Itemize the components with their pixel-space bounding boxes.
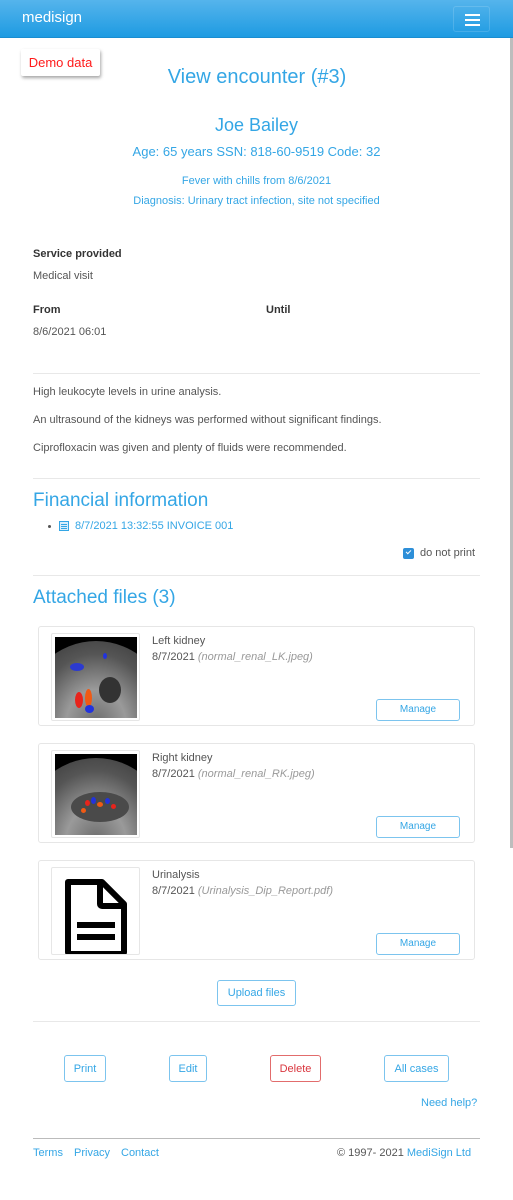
service-value: Medical visit — [33, 270, 93, 282]
ultrasound-fan — [55, 641, 137, 718]
manage-button[interactable]: Manage — [376, 816, 460, 838]
delete-button[interactable]: Delete — [270, 1055, 321, 1082]
patient-info: Age: 65 years SSN: 818-60-9519 Code: 32 — [132, 144, 381, 159]
note-line: High leukocyte levels in urine analysis. — [33, 386, 222, 398]
contact-link[interactable]: Contact — [121, 1147, 159, 1159]
from-label: From — [33, 304, 61, 316]
do-not-print-label: do not print — [420, 547, 476, 559]
manage-button[interactable]: Manage — [376, 699, 460, 721]
doppler-blob — [75, 692, 83, 708]
file-card: Urinalysis 8/7/2021 (Urinalysis_Dip_Repo… — [38, 860, 475, 960]
terms-link[interactable]: Terms — [33, 1147, 63, 1159]
divider — [33, 1021, 480, 1022]
doppler-blob — [91, 797, 96, 804]
bullet — [48, 524, 51, 528]
until-label: Until — [266, 304, 291, 316]
file-thumbnail[interactable] — [51, 633, 140, 721]
doppler-blob — [81, 808, 86, 813]
copyright: © 1997- 2021 MediSign Ltd — [337, 1147, 471, 1159]
file-thumbnail[interactable] — [51, 867, 140, 955]
ultrasound-image — [55, 637, 137, 718]
file-title: Left kidney — [152, 635, 206, 647]
chief-complaint: Fever with chills from 8/6/2021 — [181, 175, 332, 187]
attachments-section-title: Attached files (3) — [33, 587, 176, 608]
doppler-blob — [85, 705, 94, 713]
file-name: (normal_renal_LK.jpeg) — [197, 651, 313, 663]
document-icon — [65, 879, 127, 954]
file-thumbnail[interactable] — [51, 750, 140, 838]
doppler-blob — [85, 800, 90, 806]
page-title: View encounter (#3) — [167, 66, 347, 88]
service-label: Service provided — [33, 248, 122, 260]
invoice-icon — [59, 521, 69, 531]
file-date: 8/7/2021 — [152, 768, 195, 780]
footer-divider — [33, 1138, 480, 1139]
manage-button[interactable]: Manage — [376, 933, 460, 955]
upload-files-button[interactable]: Upload files — [217, 980, 296, 1006]
privacy-link[interactable]: Privacy — [74, 1147, 110, 1159]
file-title: Urinalysis — [152, 869, 200, 881]
hamburger-menu-icon — [465, 14, 480, 16]
hamburger-line — [465, 24, 480, 26]
financial-section-title: Financial information — [33, 490, 209, 511]
brand-logo[interactable]: medisign — [22, 9, 82, 26]
all-cases-button[interactable]: All cases — [384, 1055, 449, 1082]
need-help-link[interactable]: Need help? — [421, 1097, 477, 1109]
note-line: Ciprofloxacin was given and plenty of fl… — [33, 442, 347, 454]
doppler-blob — [70, 663, 84, 671]
copyright-text: © 1997- 2021 — [337, 1147, 407, 1159]
patient-name: Joe Bailey — [214, 115, 299, 135]
note-line: An ultrasound of the kidneys was perform… — [33, 414, 382, 426]
file-meta: 8/7/2021 (normal_renal_LK.jpeg) — [152, 651, 313, 663]
divider — [33, 575, 480, 576]
file-title: Right kidney — [152, 752, 213, 764]
file-card: Right kidney 8/7/2021 (normal_renal_RK.j… — [38, 743, 475, 843]
doppler-blob — [105, 798, 110, 804]
top-navbar: medisign — [0, 0, 513, 38]
from-value: 8/6/2021 06:01 — [33, 326, 107, 338]
doppler-blob — [103, 653, 107, 659]
doppler-blob — [99, 677, 121, 703]
edit-button[interactable]: Edit — [169, 1055, 207, 1082]
diagnosis: Diagnosis: Urinary tract infection, site… — [133, 195, 380, 207]
doppler-blob — [111, 804, 116, 809]
file-meta: 8/7/2021 (normal_renal_RK.jpeg) — [152, 768, 315, 780]
kidney-shape — [71, 792, 129, 822]
file-name: (Urinalysis_Dip_Report.pdf) — [197, 885, 333, 897]
invoice-link[interactable]: 8/7/2021 13:32:55 INVOICE 001 — [48, 520, 233, 532]
hamburger-line — [465, 19, 480, 21]
ultrasound-image — [55, 754, 137, 835]
do-not-print-checkbox[interactable]: do not print — [403, 547, 475, 559]
checkbox-checked-icon[interactable] — [403, 547, 414, 559]
menu-toggle-button[interactable] — [453, 6, 490, 32]
file-date: 8/7/2021 — [152, 885, 195, 897]
file-card: Left kidney 8/7/2021 (normal_renal_LK.jp… — [38, 626, 475, 726]
print-button[interactable]: Print — [64, 1055, 106, 1082]
doppler-blob — [97, 802, 103, 807]
file-date: 8/7/2021 — [152, 651, 195, 663]
divider — [33, 478, 480, 479]
file-name: (normal_renal_RK.jpeg) — [197, 768, 315, 780]
file-meta: 8/7/2021 (Urinalysis_Dip_Report.pdf) — [152, 885, 333, 897]
company-link[interactable]: MediSign Ltd — [407, 1147, 471, 1159]
divider — [33, 373, 480, 374]
invoice-label: 8/7/2021 13:32:55 INVOICE 001 — [75, 520, 234, 532]
